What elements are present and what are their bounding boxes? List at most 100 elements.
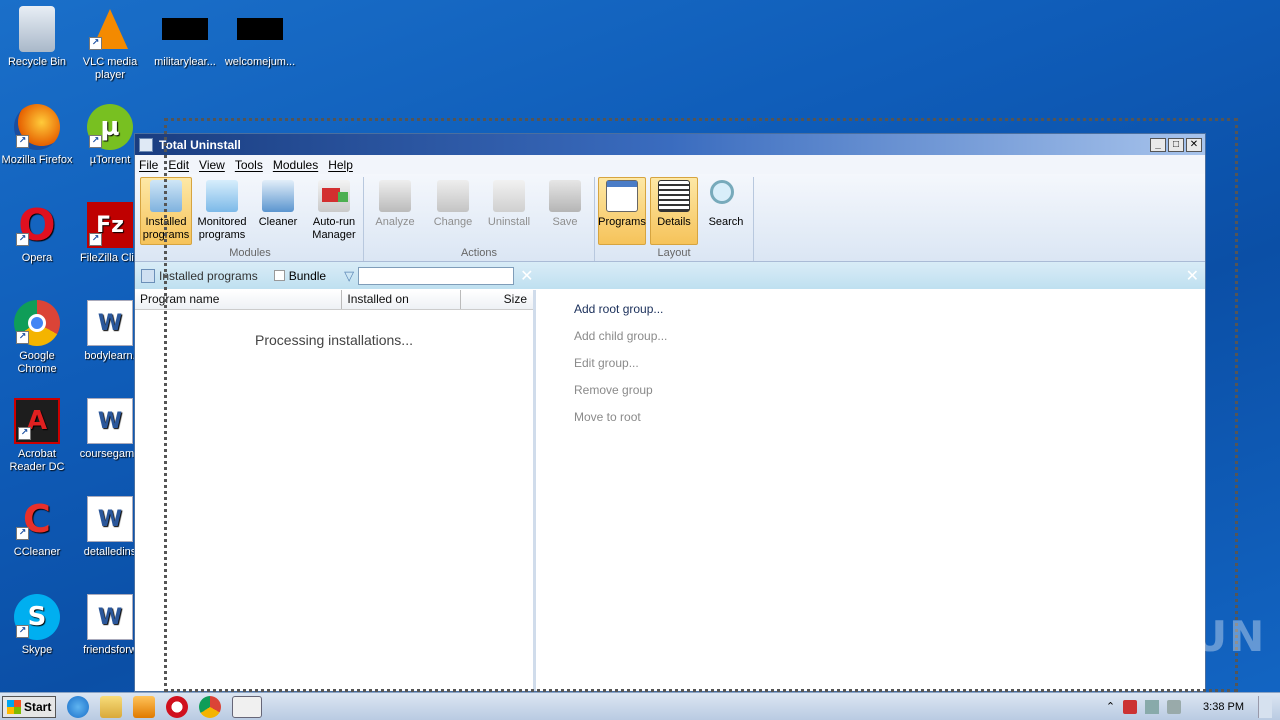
desktop-icon-skype[interactable]: S ↗ Skype [0,594,74,657]
opera-icon: O ↗ [14,202,60,248]
desktop-icon-label: CCleaner [13,546,61,558]
start-button[interactable]: Start [2,695,56,718]
desktop-icon-label: bodylearn. [84,350,136,362]
change-button[interactable]: Change [427,177,479,245]
desktop-icon-firefox[interactable]: ↗ Mozilla Firefox [0,104,74,167]
ribbon-group-label: Layout [657,247,691,259]
column-program-name[interactable]: Program name [135,290,343,309]
close-panel-icon[interactable]: ✕ [1186,266,1199,286]
desktop-icon-label: welcomejum... [224,56,296,68]
desktop-icon-label: Google Chrome [17,350,57,375]
desktop-icon-chrome[interactable]: ↗ Google Chrome [0,300,74,376]
file-explorer-icon[interactable] [100,695,122,718]
desktop-icon-opera[interactable]: O ↗ Opera [0,202,74,265]
add-root-group-link[interactable]: Add root group... [574,302,1205,329]
anyrun-watermark: ANY RUN [1038,612,1267,661]
desktop-icon-ccleaner[interactable]: C ↗ CCleaner [0,496,74,559]
search-icon [710,180,742,212]
close-button[interactable]: ✕ [1186,137,1202,152]
uninstall-icon [493,180,525,212]
button-label: Installed programs [142,216,190,241]
maximize-button[interactable]: □ [1168,137,1184,152]
word-document-icon: W [87,496,133,542]
column-size[interactable]: Size [461,290,533,309]
desktop-icon-label: FileZilla Clie [80,252,140,264]
clear-filter-icon[interactable]: ✕ [520,266,533,286]
menu-modules[interactable]: Modules [273,158,318,172]
chrome-taskbar-icon[interactable] [199,695,221,718]
filter-input[interactable] [358,266,515,285]
internet-explorer-icon[interactable] [67,695,89,718]
cleaner-icon [262,180,294,212]
autorun-manager-button[interactable]: Auto-run Manager [308,177,360,245]
word-document-icon: W [87,398,133,444]
ribbon-group-actions: Analyze Change Uninstall Save Actions [364,177,595,261]
desktop-icon-label: µTorrent [89,154,131,166]
edit-group-link[interactable]: Edit group... [574,356,1205,383]
app-icon [139,137,153,152]
monitored-programs-button[interactable]: Monitored programs [196,177,248,245]
desktop-icon-label: militarylear... [154,56,216,68]
button-label: Save [552,216,578,228]
start-label: Start [24,699,52,714]
cleaner-button[interactable]: Cleaner [252,177,304,245]
button-label: Cleaner [258,216,298,228]
change-icon [437,180,469,212]
network-icon[interactable] [1145,699,1160,714]
button-label: Details [657,216,691,228]
menu-edit[interactable]: Edit [168,158,189,172]
window-title: Total Uninstall [159,137,241,152]
utorrent-icon: µ ↗ [87,104,133,150]
uninstall-button[interactable]: Uninstall [483,177,535,245]
acrobat-icon: A ↗ [14,398,60,444]
analyze-button[interactable]: Analyze [367,177,423,245]
move-to-root-link[interactable]: Move to root [574,410,1205,437]
menu-tools[interactable]: Tools [235,158,263,172]
desktop-icon-militarylear[interactable]: militarylear... [148,6,222,69]
system-tray: ⌃ 3:38 PM [1106,695,1280,718]
menu-view[interactable]: View [199,158,225,172]
menu-help[interactable]: Help [328,158,353,172]
menu-file[interactable]: File [139,158,158,172]
details-layout-button[interactable]: Details [650,177,698,245]
redacted-file-icon [162,6,208,52]
show-hidden-icons-icon[interactable]: ⌃ [1106,700,1115,713]
bundle-label: Bundle [288,268,327,283]
volume-icon[interactable] [1167,699,1182,714]
autorun-icon [318,180,350,212]
installed-programs-button[interactable]: Installed programs [140,177,192,245]
column-installed-on[interactable]: Installed on [342,290,462,309]
desktop-icon-label: coursegame [79,448,141,460]
analyze-icon [379,180,411,212]
add-child-group-link[interactable]: Add child group... [574,329,1205,356]
total-uninstall-window: Total Uninstall _ □ ✕ File Edit View Too… [134,133,1206,692]
remove-group-link[interactable]: Remove group [574,383,1205,410]
search-layout-button[interactable]: Search [702,177,750,245]
taskbar: Start ⌃ 3:38 PM [0,692,1280,720]
desktop-icon-acrobat[interactable]: A ↗ Acrobat Reader DC [0,398,74,474]
desktop-icon-recycle-bin[interactable]: Recycle Bin [0,6,74,69]
firefox-icon: ↗ [14,104,60,150]
desktop-icon-label: Mozilla Firefox [1,154,73,166]
desktop-icon-label: Opera [21,252,53,264]
action-center-icon[interactable] [1123,699,1138,714]
windows-flag-icon [7,699,21,714]
recycle-bin-icon [19,6,55,52]
ccleaner-icon: C ↗ [14,496,60,542]
button-label: Uninstall [487,216,531,228]
bundle-checkbox[interactable] [273,270,285,281]
ribbon-group-layout: Programs Details Search Layout [595,177,754,261]
window-titlebar[interactable]: Total Uninstall _ □ ✕ [135,134,1205,155]
programs-layout-button[interactable]: Programs [598,177,646,245]
programs-layout-icon [606,180,638,212]
desktop-icon-welcomejum[interactable]: welcomejum... [223,6,297,69]
save-button[interactable]: Save [539,177,591,245]
desktop-icon-vlc[interactable]: ↗ VLC media player [73,6,147,82]
minimize-button[interactable]: _ [1150,137,1166,152]
opera-taskbar-icon[interactable] [166,695,188,718]
clock[interactable]: 3:38 PM [1203,701,1244,713]
show-desktop-button[interactable] [1258,695,1272,718]
filter-icon: ▽ [344,267,355,283]
total-uninstall-taskbar-button[interactable] [232,695,262,718]
media-player-icon[interactable] [133,695,155,718]
